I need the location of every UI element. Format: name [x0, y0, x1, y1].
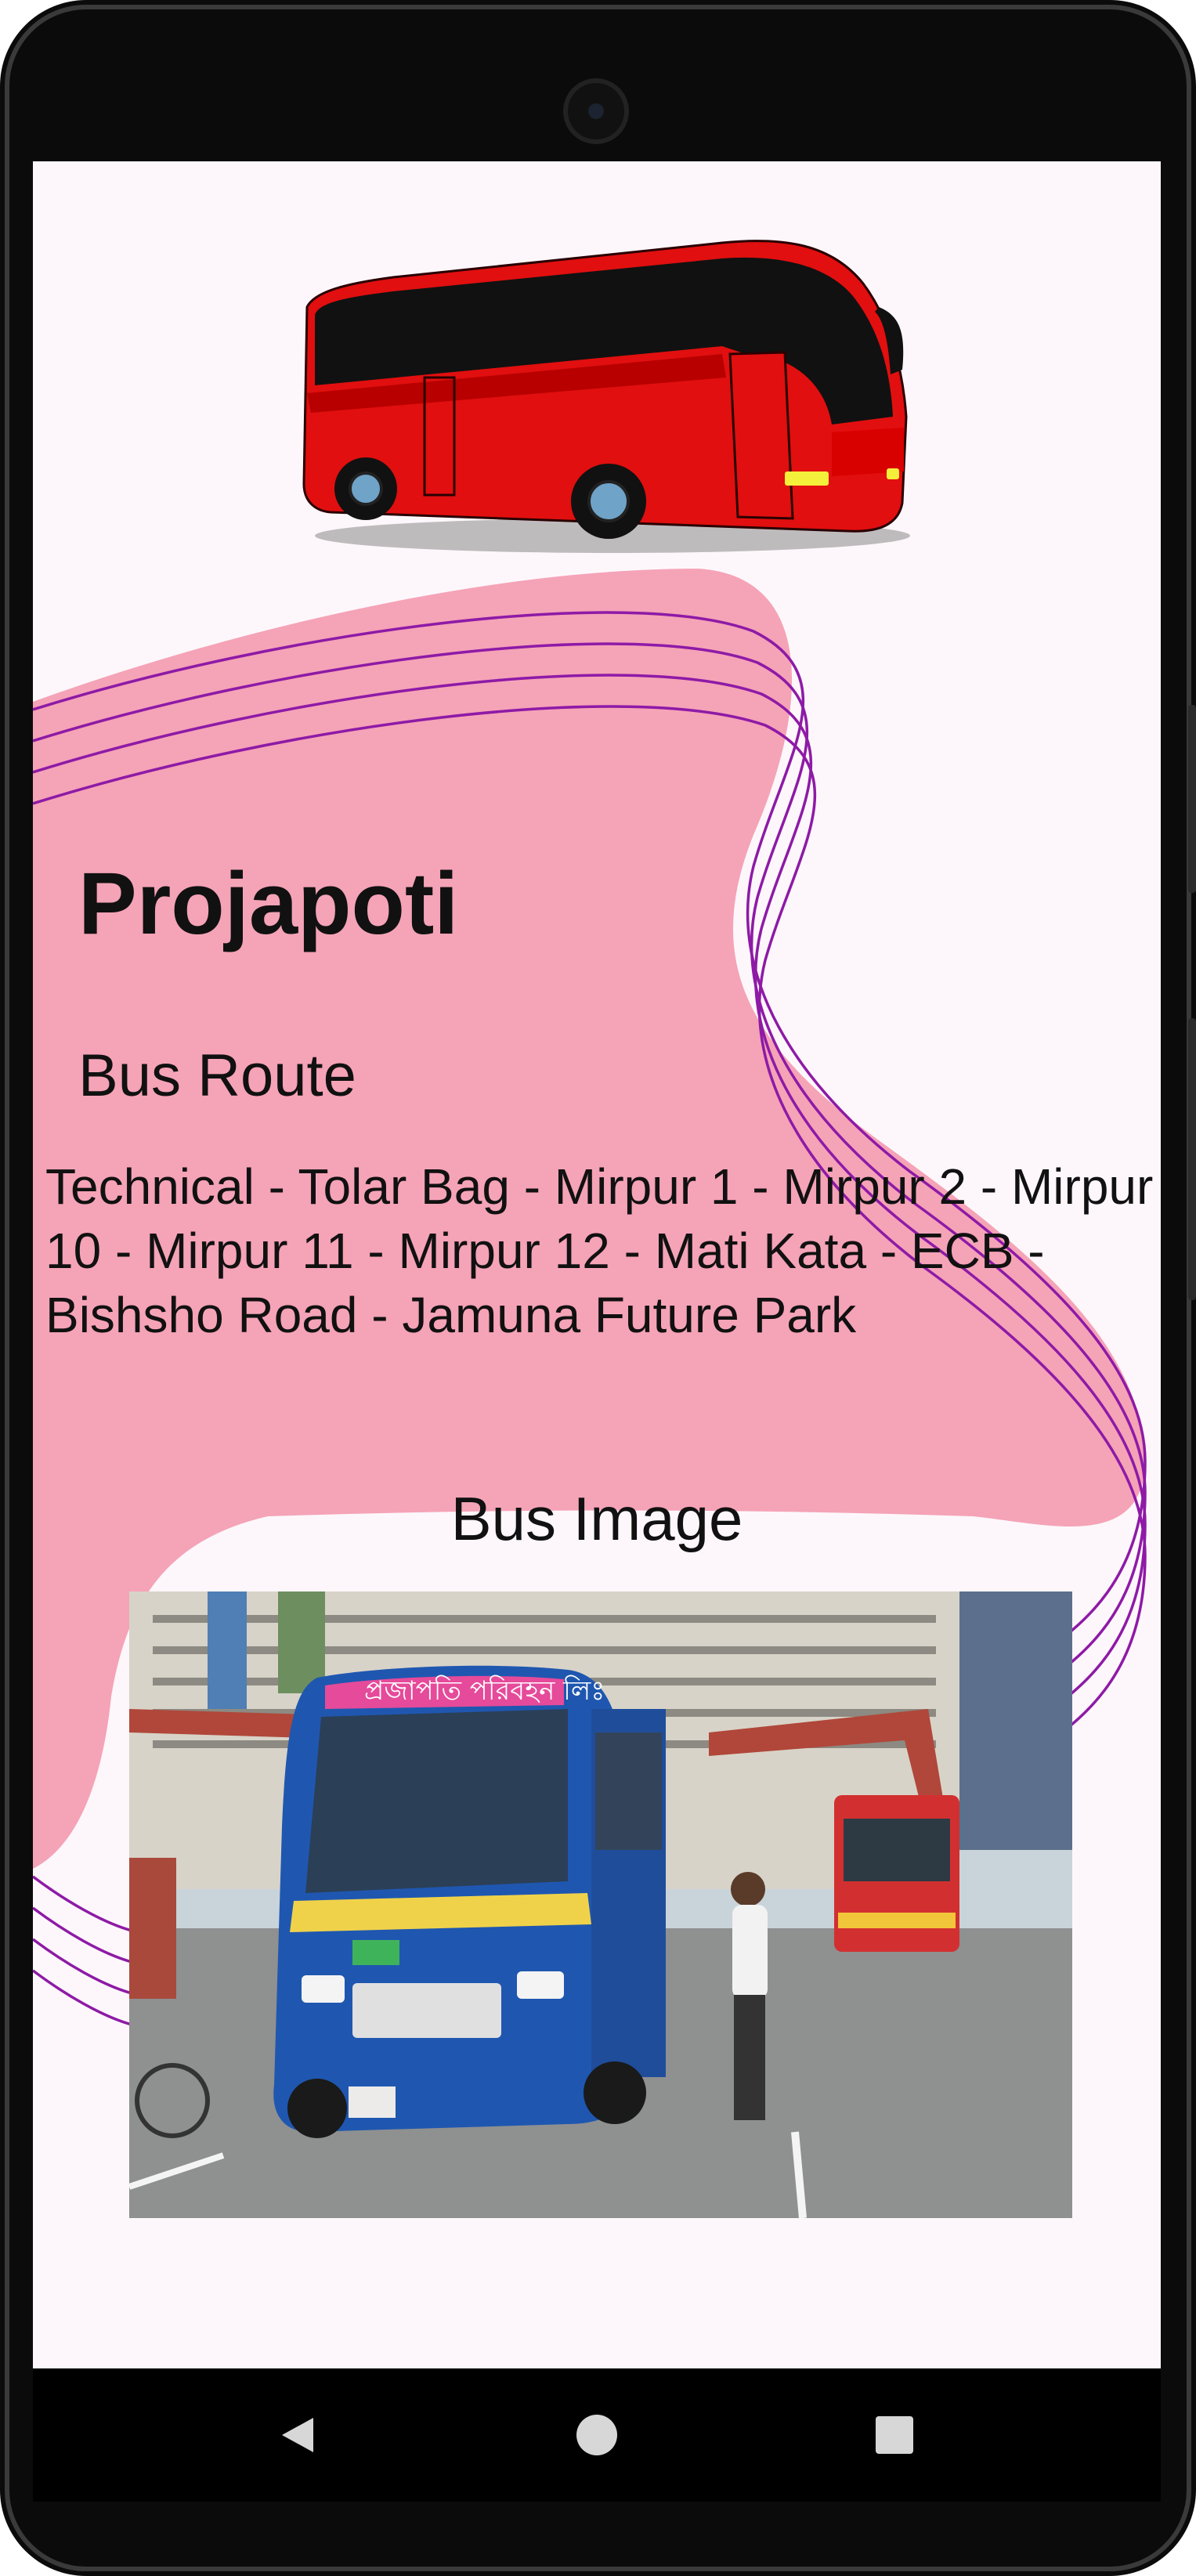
back-button[interactable] [221, 2368, 378, 2502]
section-title-bus-image: Bus Image [450, 1484, 743, 1553]
front-camera [563, 78, 629, 144]
power-button [1188, 1018, 1196, 1300]
home-circle-icon [576, 2415, 617, 2455]
recents-square-icon [876, 2416, 913, 2454]
home-button[interactable] [519, 2368, 675, 2502]
page-title: Projapoti [78, 854, 459, 952]
route-description: Technical - Tolar Bag - Mirpur 1 - Mirpu… [45, 1158, 1154, 1343]
section-title-bus-route: Bus Route [78, 1042, 356, 1109]
destination-sign: প্রজাপতি পরিবহন লিঃ [364, 1675, 605, 1707]
system-nav-bar [33, 2368, 1161, 2502]
back-triangle-icon [282, 2418, 313, 2452]
volume-button [1188, 705, 1196, 893]
recents-button[interactable] [816, 2368, 973, 2502]
bus-photo: প্রজাপতি পরিবহন লিঃ [129, 1591, 1072, 2218]
bus-illustration [302, 240, 910, 553]
app-screen: Projapoti Bus Route Technical - Tolar Ba… [33, 161, 1161, 2368]
